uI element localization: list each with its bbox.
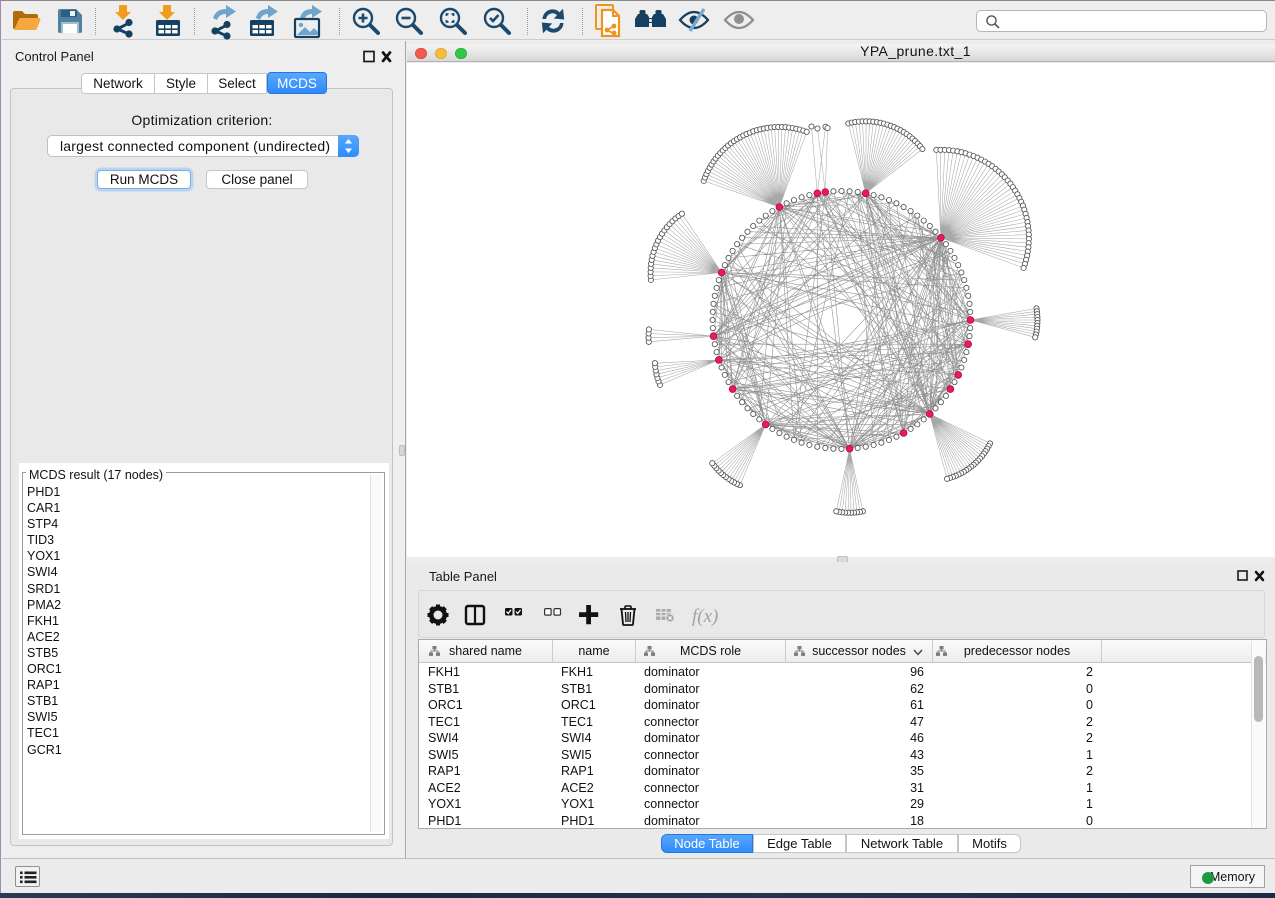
svg-text:f(x): f(x) [692,606,718,627]
